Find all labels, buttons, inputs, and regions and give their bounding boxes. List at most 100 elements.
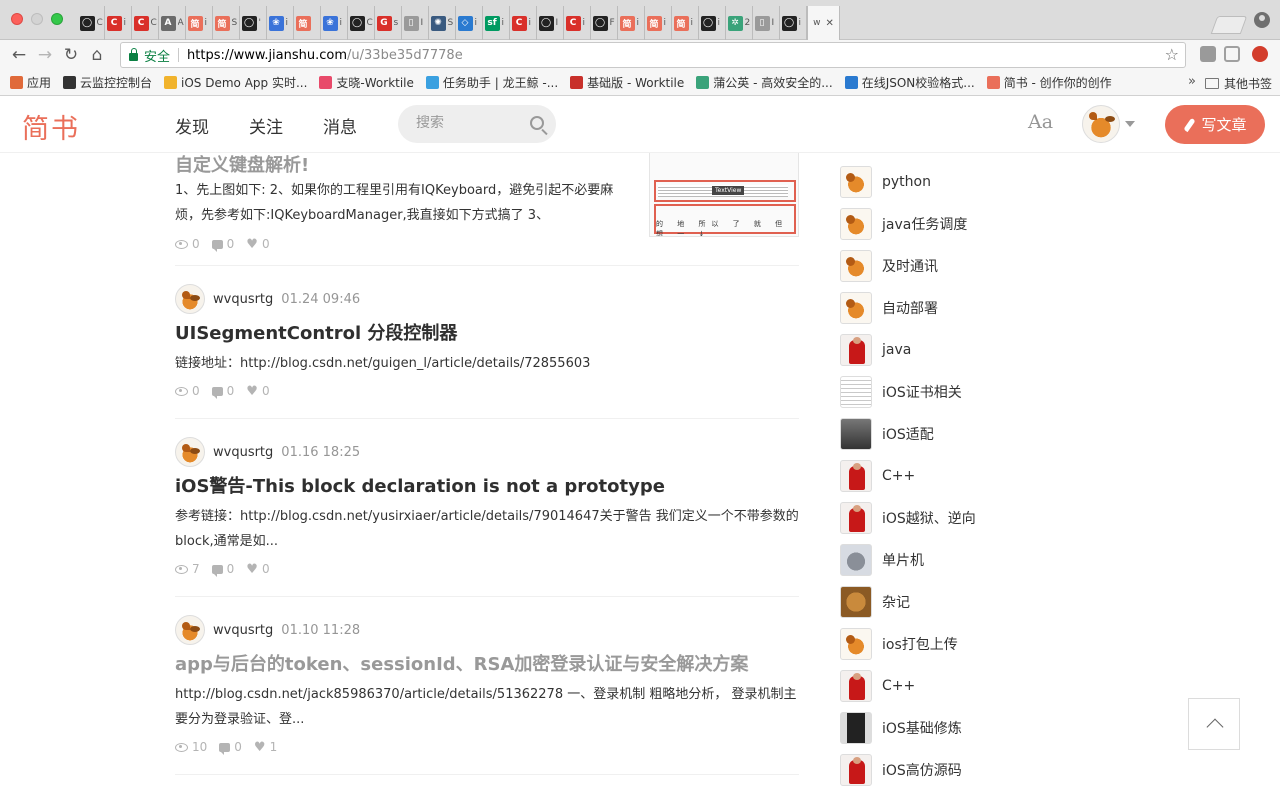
bookmark-item[interactable]: 云监控控制台 [63, 74, 152, 91]
bookmark-item[interactable]: 支晓-Worktile [319, 74, 414, 91]
author-name[interactable]: wvqusrtg [213, 292, 273, 307]
bookmarks-overflow-icon[interactable]: » [1188, 74, 1196, 89]
comments-count[interactable]: 0 [211, 384, 234, 399]
browser-tab[interactable]: 简S [213, 6, 240, 40]
nav-messages[interactable]: 消息 [323, 113, 357, 138]
nav-follow[interactable]: 关注 [249, 113, 283, 138]
zoom-window-button[interactable] [51, 13, 63, 25]
nav-discover[interactable]: 发现 [175, 113, 209, 138]
bookmark-item[interactable]: 任务助手 | 龙王鲸 -... [425, 74, 558, 91]
bookmark-item[interactable]: 蒲公英 - 高效安全的... [696, 74, 833, 91]
browser-tab-active[interactable]: w ✕ [807, 6, 840, 40]
collection-item[interactable]: 及时通讯 [840, 245, 1140, 287]
font-size-toggle[interactable]: Aa [1028, 111, 1053, 133]
search-icon[interactable] [530, 116, 544, 130]
browser-tab[interactable]: Ci [564, 6, 591, 40]
browser-tab[interactable]: ◯ C [78, 6, 105, 40]
avatar[interactable] [175, 284, 205, 314]
search-input[interactable] [416, 115, 526, 131]
collection-item[interactable]: ios打包上传 [840, 623, 1140, 665]
bookmark-label: 简书 - 创作你的创作 [1003, 76, 1112, 90]
reload-icon[interactable]: ↻ [58, 42, 84, 68]
profile-icon[interactable] [1254, 12, 1270, 28]
jianshu-logo[interactable]: 简书 [22, 107, 80, 146]
browser-tab[interactable]: ❀ i [321, 6, 348, 40]
collection-item[interactable]: iOS越狱、逆向 [840, 497, 1140, 539]
avatar[interactable] [175, 437, 205, 467]
article-item: wvqusrtg 01.16 18:25 iOS警告-This block de… [175, 419, 799, 597]
browser-tab[interactable]: 简 [294, 6, 321, 40]
translate-icon: A [160, 15, 176, 31]
comments-count[interactable]: 0 [219, 740, 242, 755]
browser-tab[interactable]: 简i [645, 6, 672, 40]
browser-tab[interactable]: ◯ i [780, 6, 807, 40]
browser-tab[interactable]: ◯ C [348, 6, 375, 40]
browser-tab[interactable]: sf i [483, 6, 510, 40]
browser-tab[interactable]: ◯ F [591, 6, 618, 40]
browser-tab[interactable]: Gs [375, 6, 402, 40]
browser-tab[interactable]: ✲ 2 [726, 6, 753, 40]
collection-item[interactable]: 杂记 [840, 581, 1140, 623]
browser-tab[interactable]: Ci [510, 6, 537, 40]
article-thumbnail[interactable]: TextView 的 地 所以 了 就 但 想 一 ↓ [649, 153, 799, 237]
browser-tab[interactable]: AA [159, 6, 186, 40]
author-name[interactable]: wvqusrtg [213, 623, 273, 638]
bookmark-star-icon[interactable]: ☆ [1165, 45, 1179, 64]
forward-arrow-icon[interactable]: → [32, 42, 58, 68]
browser-tab[interactable]: ◯ ' [240, 6, 267, 40]
write-article-button[interactable]: 写文章 [1165, 105, 1265, 144]
browser-tab[interactable]: ✺ S [429, 6, 456, 40]
close-icon[interactable]: ✕ [825, 18, 833, 29]
bookmark-item[interactable]: iOS Demo App 实时... [164, 74, 307, 91]
back-to-top-button[interactable] [1188, 698, 1240, 750]
article-title[interactable]: iOS警告-This block declaration is not a pr… [175, 475, 799, 499]
article-title[interactable]: app与后台的token、sessionId、RSA加密登录认证与安全解决方案 [175, 653, 799, 677]
author-name[interactable]: wvqusrtg [213, 445, 273, 460]
browser-tab[interactable]: 简i [618, 6, 645, 40]
article-title[interactable]: 自定义键盘解析! [175, 154, 309, 178]
address-bar[interactable]: 安全 https://www.jianshu.com/u/33be35d7778… [120, 42, 1186, 68]
bookmark-item[interactable]: 应用 [10, 74, 51, 91]
bookmark-item[interactable]: 基础版 - Worktile [570, 74, 684, 91]
browser-tab[interactable]: CC [132, 6, 159, 40]
browser-tab[interactable]: ▯ I [753, 6, 780, 40]
tab-title: I [771, 18, 775, 28]
collection-item[interactable]: iOS高仿源码 [840, 749, 1140, 791]
collection-item[interactable]: 自动部署 [840, 287, 1140, 329]
collection-item[interactable]: 单片机 [840, 539, 1140, 581]
browser-tab[interactable]: 简i [186, 6, 213, 40]
back-arrow-icon[interactable]: ← [6, 42, 32, 68]
comments-count[interactable]: 0 [211, 562, 234, 577]
browser-tab[interactable]: ◇ i [456, 6, 483, 40]
collection-item[interactable]: C++ [840, 455, 1140, 497]
home-icon[interactable]: ⌂ [84, 42, 110, 68]
minimize-window-button[interactable] [31, 13, 43, 25]
browser-tab[interactable]: ◯ I [537, 6, 564, 40]
article-title[interactable]: UISegmentControl 分段控制器 [175, 322, 799, 346]
thumbnail-keyboard-row: 的 地 所以 了 就 但 想 一 ↓ [656, 220, 789, 237]
close-window-button[interactable] [11, 13, 23, 25]
browser-tab[interactable]: ◯ i [699, 6, 726, 40]
collection-item[interactable]: iOS证书相关 [840, 371, 1140, 413]
collection-item[interactable]: python [840, 161, 1140, 203]
extension-icon[interactable] [1200, 46, 1216, 62]
quill-icon [1183, 118, 1195, 132]
collection-item[interactable]: iOS基础修炼 [840, 707, 1140, 749]
browser-tab[interactable]: Ci [105, 6, 132, 40]
browser-tab[interactable]: ▯ I [402, 6, 429, 40]
user-menu[interactable] [1082, 105, 1135, 143]
browser-tab[interactable]: 简i [672, 6, 699, 40]
extension-badge-icon[interactable] [1252, 46, 1268, 62]
other-bookmarks[interactable]: 其他书签 [1204, 75, 1272, 92]
new-tab-button[interactable] [1210, 16, 1248, 34]
bookmark-item[interactable]: 简书 - 创作你的创作 [986, 74, 1112, 91]
comments-count[interactable]: 0 [211, 237, 234, 252]
browser-tab[interactable]: ❀ i [267, 6, 294, 40]
pocket-extension-icon[interactable] [1224, 46, 1240, 62]
collection-item[interactable]: C++ [840, 665, 1140, 707]
collection-item[interactable]: iOS适配 [840, 413, 1140, 455]
collection-item[interactable]: java [840, 329, 1140, 371]
avatar[interactable] [175, 615, 205, 645]
collection-item[interactable]: java任务调度 [840, 203, 1140, 245]
bookmark-item[interactable]: 在线JSON校验格式... [844, 74, 975, 91]
